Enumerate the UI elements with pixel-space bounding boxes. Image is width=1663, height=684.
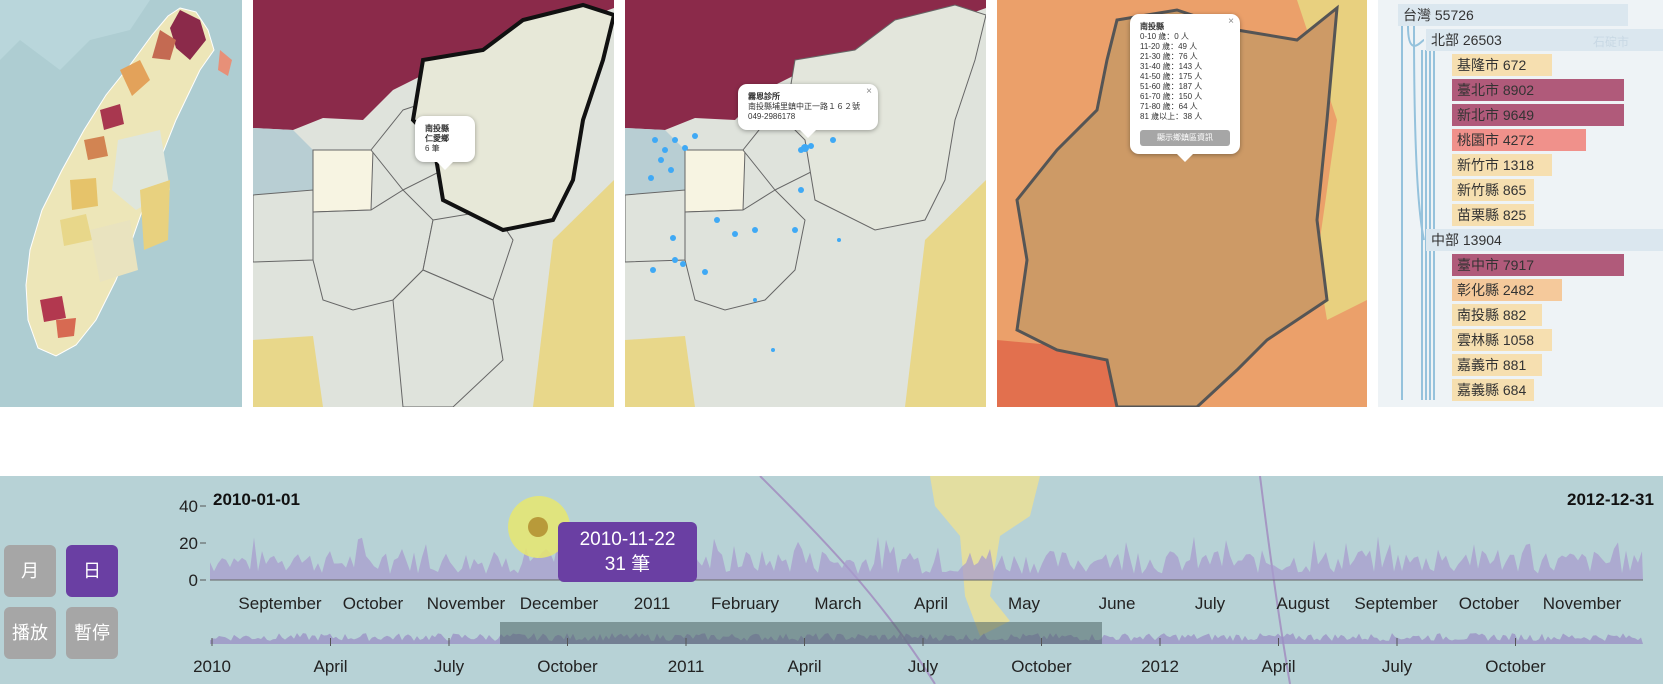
- start-date-label: 2010-01-01: [213, 490, 300, 509]
- close-icon[interactable]: ×: [866, 87, 872, 97]
- age-row: 11-20 歲：49 人: [1140, 42, 1198, 51]
- clinic-popup: × 霧恩診所 南投縣埔里鎮中正一路１６２號 049-2986178: [738, 84, 878, 138]
- tree-node-taichung[interactable]: 臺中市 7917: [1452, 254, 1534, 276]
- y-tick-label: 20: [179, 534, 198, 553]
- detail-tick-label: September: [1354, 594, 1437, 613]
- detail-tick-label: October: [1459, 594, 1520, 613]
- popup-count: 6 筆: [425, 144, 440, 153]
- clinic-phone: 049-2986178: [748, 112, 796, 121]
- tree-node-hsinchu-county[interactable]: 新竹縣 865: [1452, 179, 1526, 201]
- age-row: 71-80 歲：64 人: [1140, 102, 1198, 111]
- detail-tick-label: April: [914, 594, 948, 613]
- y-tick-label: 40: [179, 497, 198, 516]
- pause-button[interactable]: 暫停: [66, 607, 118, 659]
- overview-tick-label: October: [537, 657, 598, 676]
- overview-tick-label: July: [1382, 657, 1413, 676]
- overview-tick-label: October: [1485, 657, 1546, 676]
- tree-node-changhua[interactable]: 彰化縣 2482: [1452, 279, 1534, 301]
- clinic-address: 南投縣埔里鎮中正一路１６２號: [748, 102, 860, 111]
- detail-tick-label: July: [1195, 594, 1226, 613]
- tree-node-north[interactable]: 北部 26503: [1426, 29, 1502, 51]
- overview-tick-label: October: [1011, 657, 1072, 676]
- month-button[interactable]: 月: [4, 545, 56, 597]
- overview-tick-label: April: [1261, 657, 1295, 676]
- tree-node-hsinchu-city[interactable]: 新竹市 1318: [1452, 154, 1534, 176]
- tree-node-taipei[interactable]: 臺北市 8902: [1452, 79, 1534, 101]
- detail-tick-label: August: [1277, 594, 1330, 613]
- y-tick-label: 0: [189, 571, 198, 590]
- age-row: 41-50 歲：175 人: [1140, 72, 1203, 81]
- detail-tick-label: November: [427, 594, 506, 613]
- age-popup-county: 南投縣: [1140, 22, 1164, 31]
- day-button[interactable]: 日: [66, 545, 118, 597]
- detail-tick-label: May: [1008, 594, 1041, 613]
- popup-county: 南投縣: [425, 124, 449, 133]
- age-popup: × 南投縣 0-10 歲：0 人 11-20 歲：49 人 21-30 歲：76…: [1130, 14, 1240, 162]
- brush-selection: [500, 622, 1102, 644]
- tree-node-keelung[interactable]: 基隆市 672: [1452, 54, 1526, 76]
- tree-node-yunlin[interactable]: 雲林縣 1058: [1452, 329, 1534, 351]
- overview-tick-label: 2011: [668, 657, 705, 676]
- overview-tick-label: July: [908, 657, 939, 676]
- age-distribution-map[interactable]: × 南投縣 0-10 歲：0 人 11-20 歲：49 人 21-30 歲：76…: [997, 0, 1367, 407]
- daily-count-area: [210, 536, 1643, 580]
- detail-tick-label: February: [711, 594, 780, 613]
- township-popup: 南投縣 仁愛鄉 6 筆: [415, 116, 475, 170]
- clinic-points-map[interactable]: × 霧恩診所 南投縣埔里鎮中正一路１６２號 049-2986178: [625, 0, 986, 407]
- tree-node-newtaipei[interactable]: 新北市 9649: [1452, 104, 1534, 126]
- taiwan-choropleth-map[interactable]: [0, 0, 242, 407]
- play-button[interactable]: 播放: [4, 607, 56, 659]
- timeline-tooltip: 2010-11-22 31 筆: [558, 522, 697, 582]
- age-row: 81 歲以上：38 人: [1140, 112, 1203, 121]
- overview-tick-label: 2012: [1141, 657, 1179, 676]
- overview-tick-label: July: [434, 657, 465, 676]
- detail-tick-label: September: [238, 594, 321, 613]
- age-row: 61-70 歲：150 人: [1140, 92, 1203, 101]
- detail-tick-label: December: [520, 594, 599, 613]
- tree-node-root[interactable]: 台灣 55726: [1398, 4, 1474, 26]
- age-row: 51-60 歲：187 人: [1140, 82, 1203, 91]
- nantou-township-map[interactable]: 南投縣 仁愛鄉 6 筆: [253, 0, 614, 407]
- end-date-label: 2012-12-31: [1567, 490, 1654, 509]
- tree-node-faded: 石碇市: [1593, 35, 1630, 49]
- detail-tick-label: October: [343, 594, 404, 613]
- popup-township: 仁愛鄉: [425, 134, 449, 143]
- tooltip-count: 31 筆: [604, 554, 651, 575]
- detail-tick-label: November: [1543, 594, 1622, 613]
- tree-node-taoyuan[interactable]: 桃園市 4272: [1452, 129, 1534, 151]
- age-row: 0-10 歲：0 人: [1140, 32, 1189, 41]
- close-icon[interactable]: ×: [1228, 17, 1234, 27]
- tooltip-date: 2010-11-22: [579, 529, 676, 550]
- tree-node-nantou[interactable]: 南投縣 882: [1452, 304, 1526, 326]
- overview-tick-label: April: [787, 657, 821, 676]
- age-row: 31-40 歲：143 人: [1140, 62, 1203, 71]
- detail-tick-label: 2011: [634, 594, 671, 613]
- tree-node-chiayi-city[interactable]: 嘉義市 881: [1452, 354, 1526, 376]
- tree-node-miaoli[interactable]: 苗栗縣 825: [1452, 204, 1526, 226]
- overview-tick-label: April: [313, 657, 347, 676]
- region-tree[interactable]: 台灣 55726 北部 26503 石碇市 基隆市 672 臺北市 8902 新…: [1378, 0, 1663, 407]
- overview-tick-label: 2010: [193, 657, 231, 676]
- detail-tick-label: June: [1099, 594, 1136, 613]
- age-row: 21-30 歲：76 人: [1140, 52, 1198, 61]
- detail-tick-label: March: [814, 594, 861, 613]
- tree-node-central[interactable]: 中部 13904: [1426, 229, 1502, 251]
- clinic-name: 霧恩診所: [748, 92, 780, 101]
- tree-node-chiayi-county[interactable]: 嘉義縣 684: [1452, 379, 1526, 401]
- show-township-info-button[interactable]: 顯示鄉鎮區資訊: [1140, 130, 1230, 146]
